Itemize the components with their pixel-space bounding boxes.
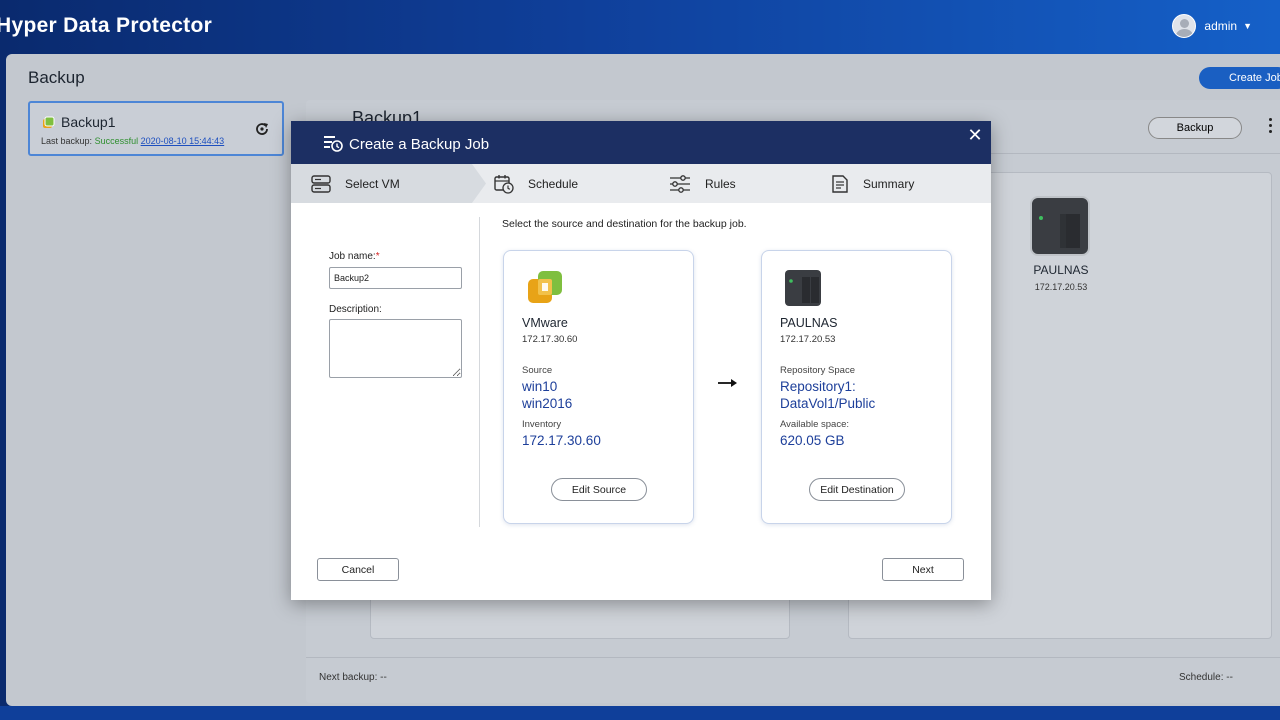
bottom-strip xyxy=(0,706,1280,720)
divider xyxy=(479,217,480,527)
create-backup-job-dialog: Create a Backup Job ✕ Select VM Schedule… xyxy=(291,121,991,600)
repository-value: DataVol1/Public xyxy=(780,396,876,411)
source-vm: win10 xyxy=(522,379,558,394)
nas-icon xyxy=(785,270,821,306)
source-ip: 172.17.30.60 xyxy=(522,334,578,345)
document-icon xyxy=(832,174,848,193)
step-select-vm: Select VM xyxy=(311,164,400,203)
available-space-label: Available space: xyxy=(780,419,850,430)
source-label: Source xyxy=(522,365,553,376)
backup-job-icon xyxy=(324,136,343,152)
divider xyxy=(306,657,1280,658)
edit-source-button[interactable]: Edit Source xyxy=(551,478,647,501)
backup-job-icon xyxy=(43,116,55,128)
create-job-button[interactable]: Create Job xyxy=(1199,67,1280,89)
inventory-value: 172.17.30.60 xyxy=(522,433,601,448)
vmware-icon xyxy=(528,271,562,303)
destination-ip: 172.17.20.53 xyxy=(1034,282,1088,292)
edit-destination-button[interactable]: Edit Destination xyxy=(809,478,905,501)
server-icon xyxy=(311,174,331,193)
avatar[interactable] xyxy=(1172,14,1197,38)
step-summary: Summary xyxy=(831,164,914,203)
job-name-label: Job name:* xyxy=(329,251,380,262)
run-now-icon[interactable] xyxy=(254,121,270,137)
close-icon[interactable]: ✕ xyxy=(967,126,983,144)
destination-card: PAULNAS 172.17.20.53 Repository Space Re… xyxy=(761,250,952,524)
step-label: Summary xyxy=(863,176,915,191)
destination-ip: 172.17.20.53 xyxy=(780,334,836,345)
job-list-item[interactable]: Backup1 Last backup: Successful 2020-08-… xyxy=(28,101,284,156)
job-name: Backup1 xyxy=(61,114,116,130)
description-input[interactable] xyxy=(329,319,462,378)
next-backup-text: Next backup: -- xyxy=(319,672,387,683)
arrow-right-icon xyxy=(718,379,737,387)
step-label: Schedule xyxy=(528,176,579,191)
step-rules: Rules xyxy=(669,164,736,203)
job-name-input[interactable] xyxy=(329,267,462,289)
user-menu[interactable]: admin ▼ xyxy=(1172,14,1252,38)
destination-name: PAULNAS xyxy=(780,316,838,330)
cancel-button[interactable]: Cancel xyxy=(317,558,399,581)
inventory-label: Inventory xyxy=(522,419,562,430)
destination-name: PAULNAS xyxy=(1033,263,1089,277)
last-backup-label: Last backup: xyxy=(41,136,93,146)
app-title: Hyper Data Protector xyxy=(0,14,213,37)
schedule-text: Schedule: -- xyxy=(1179,672,1233,683)
status-text: Successful xyxy=(94,136,139,146)
user-name[interactable]: admin xyxy=(1204,19,1237,33)
chevron-down-icon[interactable]: ▼ xyxy=(1243,21,1252,31)
source-name: VMware xyxy=(522,316,568,330)
repository-label: Repository Space xyxy=(780,365,855,376)
dialog-header: Create a Backup Job ✕ xyxy=(291,121,991,164)
available-space-value: 620.05 GB xyxy=(780,433,845,448)
page-title: Backup xyxy=(28,68,85,87)
step-label: Select VM xyxy=(345,176,400,191)
description-label: Description: xyxy=(329,304,382,315)
repository-value: Repository1: xyxy=(780,379,856,394)
backup-now-button[interactable]: Backup xyxy=(1148,117,1242,139)
source-vm: win2016 xyxy=(522,396,573,411)
nas-icon xyxy=(1030,196,1090,256)
more-options-icon[interactable] xyxy=(1268,118,1274,138)
step-schedule: Schedule xyxy=(494,164,578,203)
required-marker: * xyxy=(375,251,380,262)
source-card: VMware 172.17.30.60 Source win10 win2016… xyxy=(503,250,694,524)
next-button[interactable]: Next xyxy=(882,558,964,581)
top-bar: Hyper Data Protector admin ▼ xyxy=(0,0,1280,54)
instruction-text: Select the source and destination for th… xyxy=(502,218,747,230)
last-backup-link[interactable]: 2020-08-10 15:44:43 xyxy=(141,136,225,146)
job-name-label-text: Job name: xyxy=(329,251,376,262)
wizard-steps: Select VM Schedule Rules Summary xyxy=(291,164,991,203)
sliders-icon xyxy=(670,174,690,193)
step-label: Rules xyxy=(705,176,736,191)
last-backup-info: Last backup: Successful 2020-08-10 15:44… xyxy=(41,136,224,146)
calendar-clock-icon xyxy=(494,174,514,194)
dialog-title: Create a Backup Job xyxy=(349,136,490,153)
